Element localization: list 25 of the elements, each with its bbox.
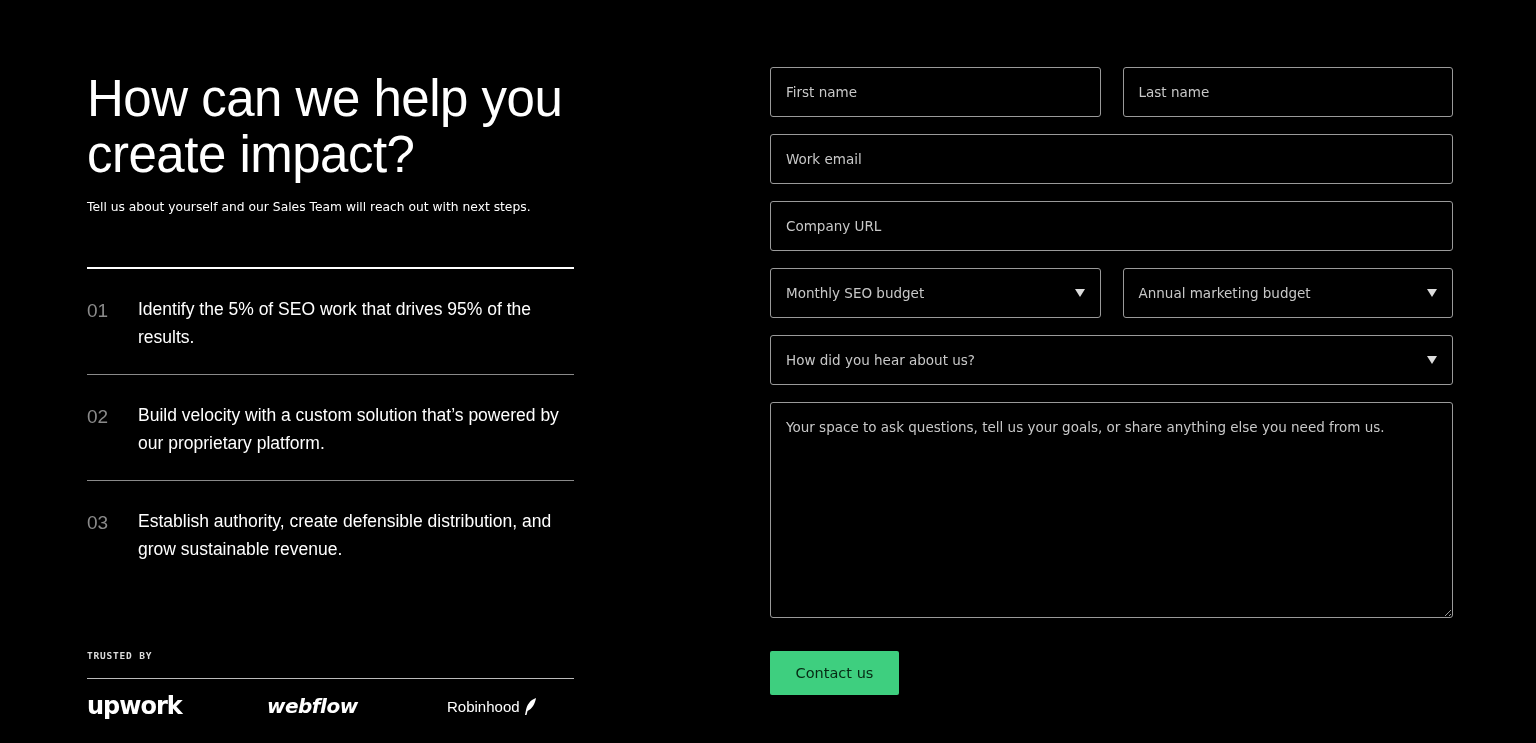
page-heading: How can we help you create impact? xyxy=(87,71,564,183)
text-field[interactable]: Work email xyxy=(770,134,1453,184)
text-field[interactable]: First name xyxy=(770,67,1101,117)
upwork-logo: upwork xyxy=(87,692,184,720)
webflow-logo: webflow xyxy=(267,694,359,718)
robinhood-logo: Robinhood xyxy=(447,697,520,715)
feather-icon xyxy=(523,697,537,715)
caret-icon xyxy=(1427,289,1437,297)
contact-button[interactable]: Contact us xyxy=(770,651,899,695)
select-field[interactable]: Annual marketing budget xyxy=(1122,268,1453,318)
message-field[interactable]: Your space to ask questions, tell us your goals, or share anything else you need from us. xyxy=(770,402,1453,618)
caret-icon xyxy=(1074,289,1085,297)
point-text: Establish authority, create defensible distribution, and grow sustainable revenue. xyxy=(138,510,553,560)
text-field[interactable]: Last name xyxy=(1122,67,1453,117)
point-number: 02 xyxy=(87,405,110,429)
text-field[interactable]: Company URL xyxy=(770,201,1453,251)
subtitle: Tell us about yourself and our Sales Team will reach out with next steps. xyxy=(87,199,532,215)
select-field[interactable]: How did you hear about us? xyxy=(770,335,1453,385)
select-field[interactable]: Monthly SEO budget xyxy=(770,268,1101,318)
point-text: Build velocity with a custom solution that’s powered by our proprietary platform. xyxy=(138,404,560,454)
point-number: 03 xyxy=(87,511,110,535)
trusted-label: TRUSTED BY xyxy=(87,650,154,661)
point-text: Identify the 5% of SEO work that drives 95% of the results. xyxy=(138,298,532,348)
caret-icon xyxy=(1427,356,1437,364)
point-number: 01 xyxy=(87,299,110,323)
